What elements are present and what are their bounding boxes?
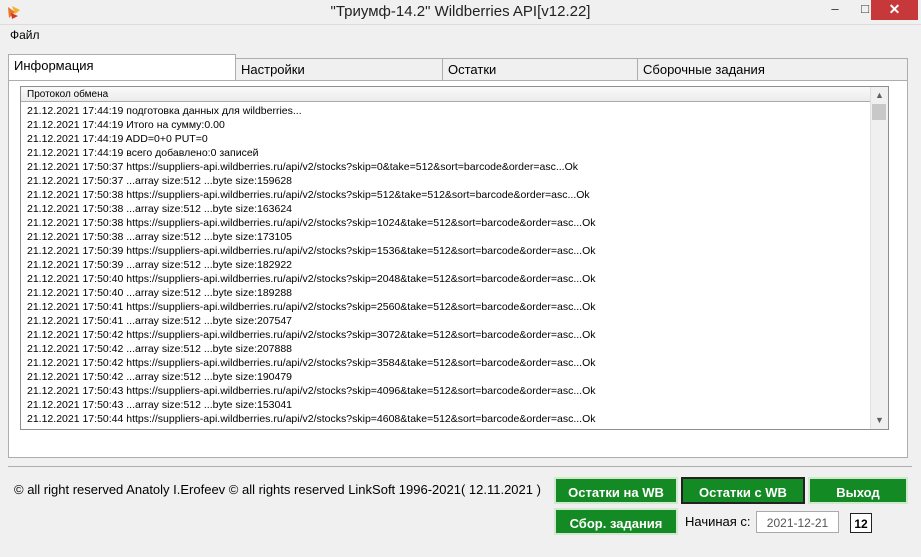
log-line: 21.12.2021 17:50:37 https://suppliers-ap…	[27, 161, 578, 173]
log-line: 21.12.2021 17:50:42 ...array size:512 ..…	[27, 371, 293, 383]
log-line: 21.12.2021 17:50:37 ...array size:512 ..…	[27, 175, 293, 187]
chevron-up-icon[interactable]: ▲	[871, 87, 888, 104]
log-line: 21.12.2021 17:50:44 https://suppliers-ap…	[27, 413, 596, 425]
title-bar[interactable]: "Триумф-14.2" Wildberries API[v12.22] – …	[0, 0, 921, 25]
window-title: "Триумф-14.2" Wildberries API[v12.22]	[330, 3, 591, 20]
log-line: 21.12.2021 17:44:19 ADD=0+0 PUT=0	[27, 133, 208, 145]
copyright-text: © all right reserved Anatoly I.Erofeev ©…	[14, 482, 541, 497]
tab-settings[interactable]: Настройки	[235, 58, 443, 80]
log-line: 21.12.2021 17:50:38 ...array size:512 ..…	[27, 203, 293, 215]
log-line: 21.12.2021 17:50:39 ...array size:512 ..…	[27, 259, 293, 271]
log-line: 21.12.2021 17:50:43 https://suppliers-ap…	[27, 385, 596, 397]
log-line: 21.12.2021 17:50:40 ...array size:512 ..…	[27, 287, 293, 299]
exit-button[interactable]: Выход	[808, 477, 908, 504]
log-line: 21.12.2021 17:50:39 https://suppliers-ap…	[27, 245, 596, 257]
log-lines: 21.12.2021 17:44:19 подготовка данных дл…	[27, 104, 872, 426]
exchange-log[interactable]: Протокол обмена 21.12.2021 17:44:19 подг…	[20, 86, 889, 430]
tab-strip: Информация Настройки Остатки Сборочные з…	[8, 54, 908, 80]
menu-bar: Файл	[0, 25, 921, 45]
assembly-tasks-button[interactable]: Сбор. задания	[554, 508, 678, 535]
log-line: 21.12.2021 17:50:42 https://suppliers-ap…	[27, 329, 596, 341]
tab-assembly-tasks[interactable]: Сборочные задания	[637, 58, 908, 80]
calendar-icon[interactable]: 12	[850, 513, 872, 533]
log-line: 21.12.2021 17:44:19 Итого на сумму:0.00	[27, 119, 225, 131]
tab-information[interactable]: Информация	[8, 54, 236, 80]
log-line: 21.12.2021 17:50:38 https://suppliers-ap…	[27, 217, 596, 229]
tab-stock[interactable]: Остатки	[442, 58, 638, 80]
log-line: 21.12.2021 17:50:42 ...array size:512 ..…	[27, 343, 293, 355]
stock-to-wb-button[interactable]: Остатки на WB	[554, 477, 678, 504]
log-line: 21.12.2021 17:50:41 https://suppliers-ap…	[27, 301, 596, 313]
chevron-down-icon[interactable]: ▼	[871, 412, 888, 429]
close-button[interactable]: ✕	[871, 0, 918, 20]
scroll-thumb[interactable]	[872, 104, 886, 120]
log-line: 21.12.2021 17:50:38 ...array size:512 ..…	[27, 231, 293, 243]
menu-file[interactable]: Файл	[10, 28, 40, 42]
log-line: 21.12.2021 17:50:42 https://suppliers-ap…	[27, 357, 596, 369]
log-line: 21.12.2021 17:50:41 ...array size:512 ..…	[27, 315, 293, 327]
minimize-button[interactable]: –	[820, 0, 850, 20]
log-header[interactable]: Протокол обмена	[21, 87, 872, 102]
log-line: 21.12.2021 17:44:19 всего добавлено:0 за…	[27, 147, 259, 159]
log-line: 21.12.2021 17:50:40 https://suppliers-ap…	[27, 273, 596, 285]
log-line: 21.12.2021 17:50:43 ...array size:512 ..…	[27, 399, 293, 411]
start-date-input[interactable]: 2021-12-21	[756, 511, 839, 533]
log-line: 21.12.2021 17:50:38 https://suppliers-ap…	[27, 189, 590, 201]
start-date-label: Начиная с:	[685, 514, 751, 529]
stock-from-wb-button[interactable]: Остатки с WB	[681, 477, 805, 504]
log-line: 21.12.2021 17:44:19 подготовка данных дл…	[27, 105, 302, 117]
log-scrollbar[interactable]: ▲ ▼	[870, 87, 888, 429]
